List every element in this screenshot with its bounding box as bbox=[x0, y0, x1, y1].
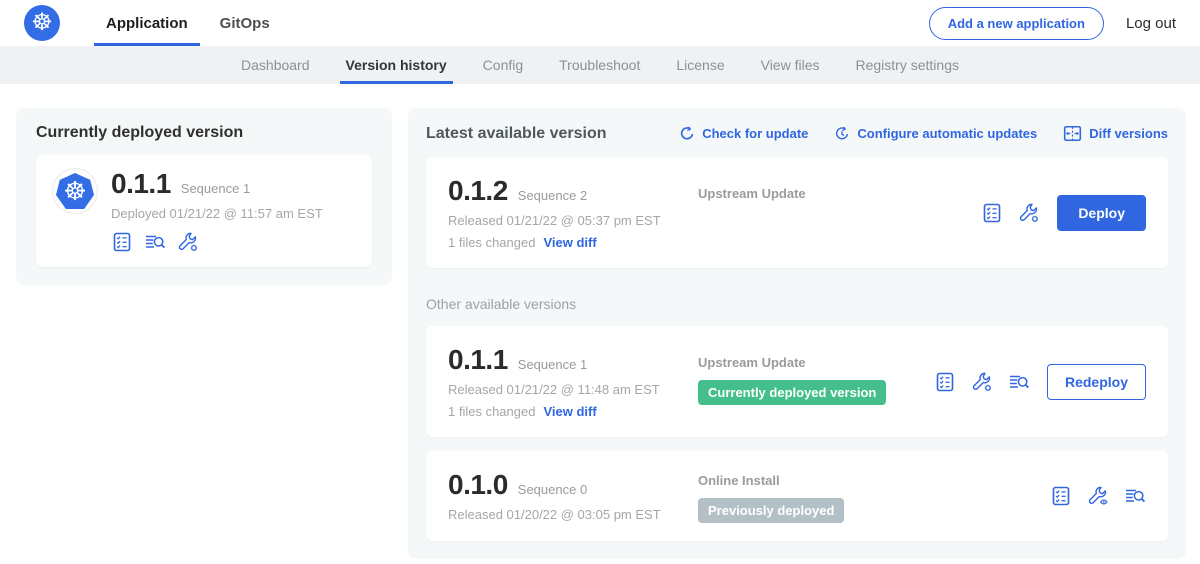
version-sequence: Sequence 1 bbox=[518, 357, 587, 372]
released-timestamp: Released 01/21/22 @ 11:48 am EST bbox=[448, 382, 698, 397]
schedule-update-icon bbox=[834, 126, 850, 142]
currently-deployed-panel: Currently deployed version ☸ 0.1.1 Seque… bbox=[16, 108, 392, 285]
sub-navbar: Dashboard Version history Config Trouble… bbox=[0, 46, 1200, 84]
version-card-0-1-2: 0.1.2 Sequence 2 Released 01/21/22 @ 05:… bbox=[426, 157, 1168, 268]
tab-application-label: Application bbox=[106, 15, 188, 32]
released-timestamp: Released 01/20/22 @ 03:05 pm EST bbox=[448, 507, 698, 522]
deploy-logs-icon[interactable] bbox=[1008, 371, 1030, 393]
subnav-label: Dashboard bbox=[241, 57, 310, 73]
subnav-tab-config[interactable]: Config bbox=[465, 46, 541, 84]
subnav-label: Version history bbox=[346, 57, 447, 73]
top-navbar: ☸ Application GitOps Add a new applicati… bbox=[0, 0, 1200, 46]
preflight-checks-icon[interactable] bbox=[934, 371, 956, 393]
deployed-version-card: ☸ 0.1.1 Sequence 1 Deployed 01/21/22 @ 1… bbox=[36, 155, 372, 267]
version-card-0-1-0: 0.1.0 Sequence 0 Released 01/20/22 @ 03:… bbox=[426, 451, 1168, 541]
deploy-logs-icon[interactable] bbox=[1124, 485, 1146, 507]
edit-config-icon[interactable] bbox=[1018, 202, 1040, 224]
currently-deployed-badge: Currently deployed version bbox=[698, 380, 886, 405]
subnav-label: License bbox=[676, 57, 724, 73]
preflight-checks-icon[interactable] bbox=[111, 231, 133, 253]
app-logo: ☸ bbox=[52, 168, 98, 214]
edit-config-icon[interactable] bbox=[971, 371, 993, 393]
version-sequence: Sequence 0 bbox=[518, 482, 587, 497]
other-available-title: Other available versions bbox=[426, 296, 1168, 312]
subnav-tab-license[interactable]: License bbox=[658, 46, 742, 84]
deployed-sequence: Sequence 1 bbox=[181, 181, 250, 196]
version-source-label: Online Install bbox=[698, 473, 1050, 488]
version-source-label: Upstream Update bbox=[698, 186, 981, 201]
configure-automatic-updates-label: Configure automatic updates bbox=[857, 126, 1037, 141]
version-number: 0.1.0 bbox=[448, 469, 508, 501]
version-source-label: Upstream Update bbox=[698, 355, 934, 370]
view-config-icon[interactable] bbox=[1087, 485, 1109, 507]
configure-automatic-updates-link[interactable]: Configure automatic updates bbox=[834, 126, 1037, 142]
edit-config-icon[interactable] bbox=[177, 231, 199, 253]
kubernetes-logo-icon: ☸ bbox=[24, 5, 60, 41]
refresh-icon bbox=[679, 126, 695, 142]
released-timestamp: Released 01/21/22 @ 05:37 pm EST bbox=[448, 213, 698, 228]
diff-versions-label: Diff versions bbox=[1089, 126, 1168, 141]
subnav-label: Troubleshoot bbox=[559, 57, 640, 73]
check-for-update-link[interactable]: Check for update bbox=[679, 126, 808, 142]
tab-gitops-label: GitOps bbox=[220, 15, 270, 32]
version-card-0-1-1: 0.1.1 Sequence 1 Released 01/21/22 @ 11:… bbox=[426, 326, 1168, 437]
tab-gitops[interactable]: GitOps bbox=[204, 0, 286, 46]
deployed-version-number: 0.1.1 bbox=[111, 168, 171, 200]
subnav-tab-version-history[interactable]: Version history bbox=[328, 46, 465, 84]
files-changed-label: 1 files changed bbox=[448, 235, 535, 250]
subnav-tab-troubleshoot[interactable]: Troubleshoot bbox=[541, 46, 658, 84]
subnav-tab-view-files[interactable]: View files bbox=[743, 46, 838, 84]
view-diff-link[interactable]: View diff bbox=[543, 235, 596, 250]
redeploy-button[interactable]: Redeploy bbox=[1047, 364, 1146, 400]
deployed-timestamp: Deployed 01/21/22 @ 11:57 am EST bbox=[111, 206, 323, 221]
add-application-button[interactable]: Add a new application bbox=[929, 7, 1104, 40]
previously-deployed-badge: Previously deployed bbox=[698, 498, 844, 523]
version-number: 0.1.2 bbox=[448, 175, 508, 207]
subnav-label: View files bbox=[761, 57, 820, 73]
version-history-panel: Latest available version Check for updat… bbox=[408, 108, 1186, 559]
tab-application[interactable]: Application bbox=[90, 0, 204, 46]
view-diff-link[interactable]: View diff bbox=[543, 404, 596, 419]
deploy-logs-icon[interactable] bbox=[144, 231, 166, 253]
diff-versions-link[interactable]: Diff versions bbox=[1063, 124, 1168, 143]
subnav-tab-dashboard[interactable]: Dashboard bbox=[223, 46, 328, 84]
preflight-checks-icon[interactable] bbox=[981, 202, 1003, 224]
deploy-button[interactable]: Deploy bbox=[1057, 195, 1146, 231]
latest-available-title: Latest available version bbox=[426, 125, 607, 143]
subnav-label: Config bbox=[483, 57, 523, 73]
app-tabs: Application GitOps bbox=[90, 0, 286, 46]
version-sequence: Sequence 2 bbox=[518, 188, 587, 203]
files-changed-label: 1 files changed bbox=[448, 404, 535, 419]
check-for-update-label: Check for update bbox=[702, 126, 808, 141]
subnav-tab-registry-settings[interactable]: Registry settings bbox=[838, 46, 977, 84]
logout-link[interactable]: Log out bbox=[1126, 15, 1176, 32]
version-number: 0.1.1 bbox=[448, 344, 508, 376]
currently-deployed-title: Currently deployed version bbox=[36, 124, 372, 142]
diff-icon bbox=[1063, 124, 1082, 143]
preflight-checks-icon[interactable] bbox=[1050, 485, 1072, 507]
subnav-label: Registry settings bbox=[856, 57, 959, 73]
kubernetes-app-icon: ☸ bbox=[56, 173, 94, 209]
